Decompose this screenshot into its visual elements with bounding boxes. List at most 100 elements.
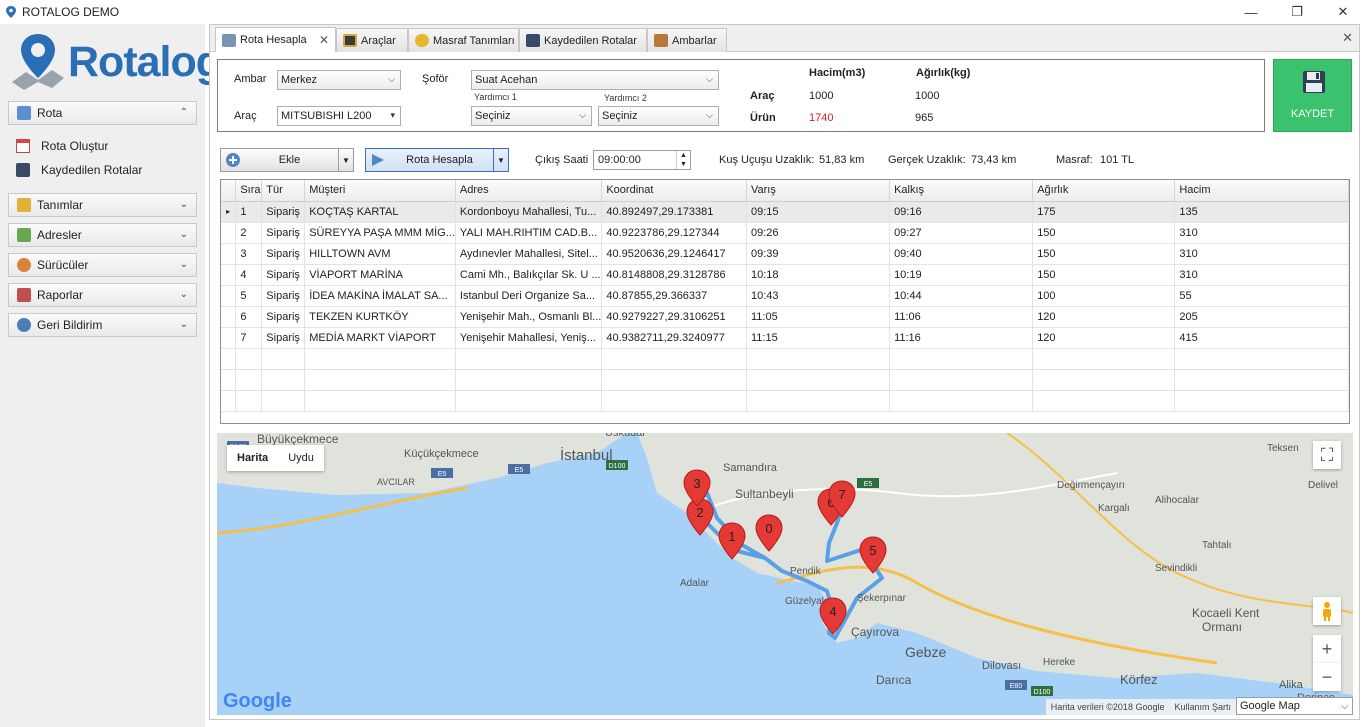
table-cell[interactable]: 40.9279227,29.3106251 xyxy=(601,306,747,328)
arac-select[interactable]: MITSUBISHI L200 ▾ xyxy=(277,106,401,126)
close-button[interactable]: ✕ xyxy=(1320,0,1366,24)
map-type-uydu[interactable]: Uydu xyxy=(278,445,324,471)
tab-masraf-tanimlari[interactable]: Masraf Tanımları xyxy=(408,28,519,52)
table-cell[interactable]: YALI MAH.RIHTIM CAD.B... xyxy=(455,222,603,244)
table-cell[interactable]: 40.87855,29.366337 xyxy=(601,285,747,307)
table-row[interactable]: 2 Sipariş SÜREYYA PAŞA MMM MİG... YALI MAH.… xyxy=(221,222,1349,244)
ekle-button[interactable]: Ekle ▼ xyxy=(220,148,354,172)
column-header[interactable]: Varış xyxy=(746,180,891,202)
column-header[interactable]: Adres xyxy=(455,180,603,202)
table-cell[interactable]: 1 xyxy=(235,201,263,223)
table-cell[interactable]: Yenişehir Mahallesi, Yeniş... xyxy=(455,327,603,349)
table-cell[interactable]: KOÇTAŞ KARTAL xyxy=(304,201,456,223)
table-cell[interactable]: Sipariş xyxy=(261,306,306,328)
terms-link[interactable]: Kullanım Şartı xyxy=(1169,702,1236,712)
table-cell[interactable]: HILLTOWN AVM xyxy=(304,243,456,265)
table-cell[interactable]: 150 xyxy=(1032,264,1176,286)
pegman-street-view-icon[interactable] xyxy=(1313,597,1341,625)
table-cell[interactable]: TEKZEN KURTKÖY xyxy=(304,306,456,328)
nav-item-rota-olustur[interactable]: Rota Oluştur xyxy=(16,136,108,156)
cikis-saati-input[interactable]: 09:00:00 ▲ ▼ xyxy=(593,150,691,170)
maximize-button[interactable]: ❐ xyxy=(1274,0,1320,24)
time-spinner-icon[interactable]: ▲ ▼ xyxy=(676,151,690,169)
yardimci1-select[interactable]: Seçiniz ⌵ xyxy=(471,106,592,126)
nav-group-suruculer[interactable]: Sürücüler ⌄ xyxy=(8,253,197,277)
table-cell[interactable]: Sipariş xyxy=(261,201,306,223)
table-cell[interactable]: 10:18 xyxy=(746,264,891,286)
table-cell[interactable]: 40.9223786,29.127344 xyxy=(601,222,747,244)
sofor-select[interactable]: Suat Acehan ⌵ xyxy=(471,70,719,90)
table-row[interactable]: 5 Sipariş İDEA MAKİNA İMALAT SA... Istanbul… xyxy=(221,285,1349,307)
table-row[interactable]: 6 Sipariş TEKZEN KURTKÖY Yenişehir Mah., Os… xyxy=(221,306,1349,328)
table-cell[interactable]: 40.9382711,29.3240977 xyxy=(601,327,747,349)
table-cell[interactable]: 09:40 xyxy=(889,243,1034,265)
tab-close-icon[interactable]: ✕ xyxy=(319,33,329,47)
column-header[interactable]: Hacim xyxy=(1174,180,1349,202)
table-cell[interactable]: 7 xyxy=(235,327,263,349)
column-header[interactable]: Sıra xyxy=(235,180,263,202)
zoom-in-button[interactable]: + xyxy=(1313,635,1341,663)
table-cell[interactable]: 135 xyxy=(1174,201,1349,223)
table-cell[interactable]: 150 xyxy=(1032,222,1176,244)
table-row[interactable]: 4 Sipariş VİAPORT MARİNA Cami Mh., Balıkçıl… xyxy=(221,264,1349,286)
dropdown-arrow-icon[interactable]: ▼ xyxy=(493,149,508,171)
table-row[interactable]: 7 Sipariş MEDİA MARKT VİAPORT Yenişehir Mah… xyxy=(221,327,1349,349)
nav-group-rota[interactable]: Rota ⌃ xyxy=(8,101,197,125)
minimize-button[interactable]: — xyxy=(1228,0,1274,24)
zoom-out-button[interactable]: − xyxy=(1313,663,1341,691)
map-type-harita[interactable]: Harita xyxy=(227,445,278,471)
table-cell[interactable]: 11:15 xyxy=(746,327,891,349)
tab-ambarlar[interactable]: Ambarlar xyxy=(647,28,727,52)
row-indicator[interactable] xyxy=(221,243,237,265)
nav-item-kaydedilen-rotalar[interactable]: Kaydedilen Rotalar xyxy=(16,160,142,180)
table-cell[interactable]: VİAPORT MARİNA xyxy=(304,264,456,286)
table-cell[interactable]: 09:39 xyxy=(746,243,891,265)
close-tabs-icon[interactable]: ✕ xyxy=(1342,30,1353,46)
table-cell[interactable]: Sipariş xyxy=(261,327,306,349)
table-cell[interactable]: 09:27 xyxy=(889,222,1034,244)
table-cell[interactable]: Istanbul Deri Organize Sa... xyxy=(455,285,603,307)
table-cell[interactable]: Aydınevler Mahallesi, Sitel... xyxy=(455,243,603,265)
rota-hesapla-button[interactable]: Rota Hesapla ▼ xyxy=(365,148,509,172)
table-row[interactable]: 3 Sipariş HILLTOWN AVM Aydınevler Mahallesi… xyxy=(221,243,1349,265)
tab-araclar[interactable]: Araçlar xyxy=(336,28,408,52)
table-cell[interactable]: MEDİA MARKT VİAPORT xyxy=(304,327,456,349)
row-indicator[interactable] xyxy=(221,285,237,307)
column-header[interactable]: Müşteri xyxy=(304,180,456,202)
table-cell[interactable]: 55 xyxy=(1174,285,1349,307)
table-cell[interactable]: 10:43 xyxy=(746,285,891,307)
table-cell[interactable]: 150 xyxy=(1032,243,1176,265)
table-cell[interactable]: Kordonboyu Mahallesi, Tu... xyxy=(455,201,603,223)
table-cell[interactable]: 310 xyxy=(1174,264,1349,286)
table-cell[interactable]: 2 xyxy=(235,222,263,244)
table-cell[interactable]: 40.8148808,29.3128786 xyxy=(601,264,747,286)
table-cell[interactable]: 40.892497,29.173381 xyxy=(601,201,747,223)
kaydet-button[interactable]: KAYDET xyxy=(1273,59,1352,132)
row-indicator[interactable] xyxy=(221,264,237,286)
table-cell[interactable]: 310 xyxy=(1174,243,1349,265)
row-indicator[interactable]: ▸ xyxy=(221,201,237,223)
table-cell[interactable]: 120 xyxy=(1032,306,1176,328)
table-cell[interactable]: 11:16 xyxy=(889,327,1034,349)
table-cell[interactable]: 10:44 xyxy=(889,285,1034,307)
table-cell[interactable]: 205 xyxy=(1174,306,1349,328)
table-cell[interactable]: 11:06 xyxy=(889,306,1034,328)
row-indicator[interactable] xyxy=(221,306,237,328)
table-cell[interactable]: 09:15 xyxy=(746,201,891,223)
table-cell[interactable]: Cami Mh., Balıkçılar Sk. U ... xyxy=(455,264,603,286)
column-header[interactable]: Tür xyxy=(261,180,306,202)
column-header[interactable]: Kalkış xyxy=(889,180,1034,202)
tab-kaydedilen-rotalar[interactable]: Kaydedilen Rotalar xyxy=(519,28,647,52)
table-cell[interactable]: Sipariş xyxy=(261,264,306,286)
table-cell[interactable]: İDEA MAKİNA İMALAT SA... xyxy=(304,285,456,307)
table-cell[interactable]: 415 xyxy=(1174,327,1349,349)
table-cell[interactable]: 5 xyxy=(235,285,263,307)
nav-group-tanimlar[interactable]: Tanımlar ⌄ xyxy=(8,193,197,217)
table-cell[interactable]: Sipariş xyxy=(261,222,306,244)
table-cell[interactable]: Sipariş xyxy=(261,243,306,265)
map-provider-select[interactable]: Google Map ⌵ xyxy=(1236,697,1353,715)
table-cell[interactable]: 40.9520636,29.1246417 xyxy=(601,243,747,265)
table-row[interactable]: ▸ 1 Sipariş KOÇTAŞ KARTAL Kordonboyu Mahalle… xyxy=(221,201,1349,223)
table-cell[interactable]: Sipariş xyxy=(261,285,306,307)
table-cell[interactable]: 09:26 xyxy=(746,222,891,244)
